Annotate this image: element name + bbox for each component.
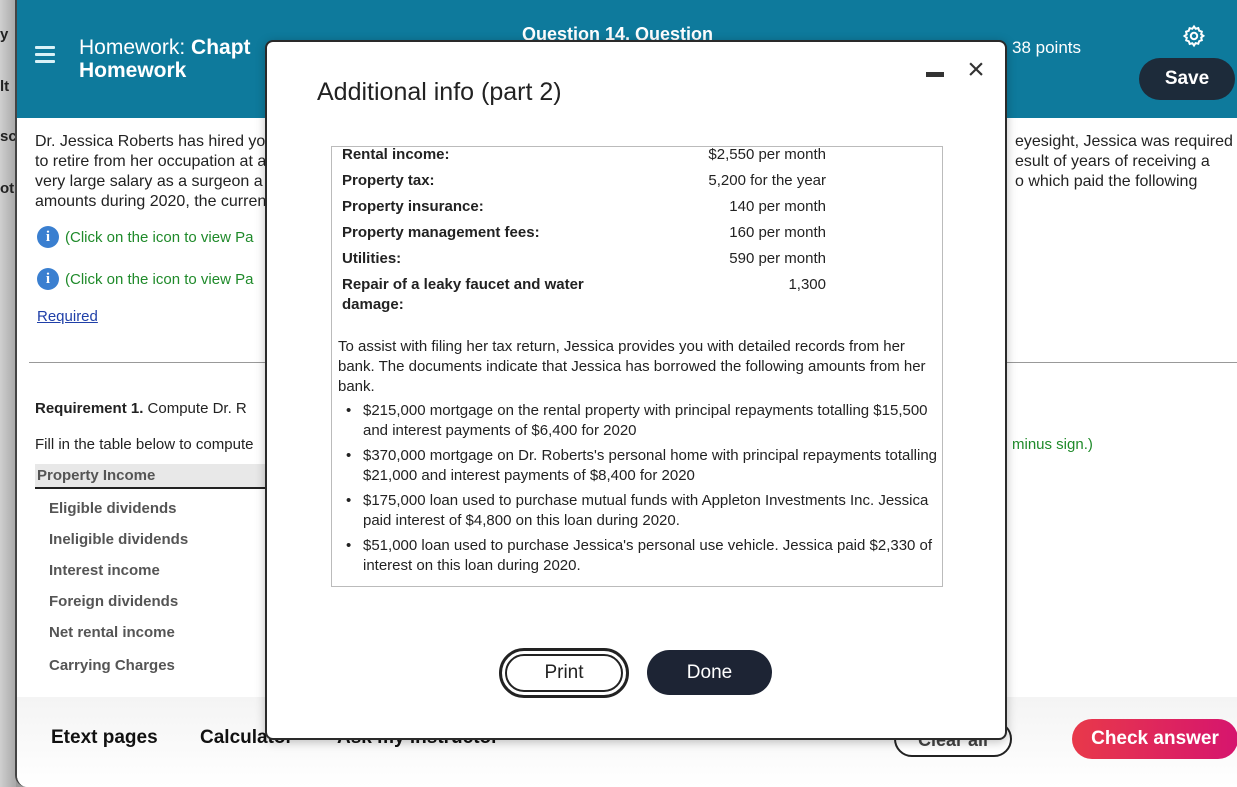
required-link[interactable]: Required xyxy=(37,308,98,325)
info-link-text: (Click on the icon to view Pa xyxy=(65,228,254,246)
intro-line: eyesight, Jessica was required xyxy=(1015,133,1233,150)
gear-icon[interactable] xyxy=(1182,24,1206,48)
table-row: Ineligible dividends xyxy=(49,531,189,548)
requirement-label: Requirement 1. xyxy=(35,400,144,417)
info-link[interactable]: i (Click on the icon to view Pa xyxy=(37,268,253,290)
info-value: 1,300 xyxy=(788,276,826,293)
loan-item: $370,000 mortgage on Dr. Roberts's perso… xyxy=(338,446,938,486)
title-chapter: Chapt xyxy=(191,36,251,59)
table-row: Net rental income xyxy=(49,624,175,641)
save-button[interactable]: Save xyxy=(1139,58,1235,100)
title-prefix: Homework: xyxy=(79,36,186,59)
intro-line: Dr. Jessica Roberts has hired yo xyxy=(35,133,266,150)
info-label: Repair of a leaky faucet and water damag… xyxy=(342,276,584,313)
bank-records-paragraph: To assist with filing her tax return, Je… xyxy=(338,338,926,395)
table-row: Eligible dividends xyxy=(49,500,177,517)
info-link[interactable]: i (Click on the icon to view Pa xyxy=(37,226,253,248)
additional-info-dialog: Additional info (part 2) × Rental income… xyxy=(265,40,1007,740)
background-text: lt xyxy=(0,78,10,95)
info-label: Utilities: xyxy=(342,250,402,267)
loan-item: $51,000 loan used to purchase Jessica's … xyxy=(338,536,938,576)
background-text: sc xyxy=(0,128,16,145)
table-row: Interest income xyxy=(49,562,160,579)
hamburger-icon[interactable] xyxy=(35,46,55,64)
info-label: Property insurance: xyxy=(342,198,484,215)
fill-instructions: Fill in the table below to compute xyxy=(35,436,254,453)
table-row: Carrying Charges xyxy=(49,657,175,674)
table-header: Property Income xyxy=(35,464,275,489)
info-icon[interactable]: i xyxy=(37,268,59,290)
close-icon[interactable]: × xyxy=(963,55,989,85)
loan-list: $215,000 mortgage on the rental property… xyxy=(338,401,938,581)
etext-pages-link[interactable]: Etext pages xyxy=(51,727,158,749)
background-text: ot xyxy=(0,180,15,197)
info-value: 5,200 for the year xyxy=(708,172,826,189)
dialog-title: Additional info (part 2) xyxy=(317,78,562,106)
intro-line: to retire from her occupation at a xyxy=(35,153,267,170)
info-label: Property tax: xyxy=(342,172,435,189)
intro-line: very large salary as a surgeon a xyxy=(35,173,263,190)
title-line2: Homework xyxy=(79,59,187,82)
homework-title: Homework: Chapt Homework xyxy=(79,36,251,82)
print-label: Print xyxy=(505,654,623,692)
intro-line: o which paid the following xyxy=(1015,173,1198,190)
info-value: 590 per month xyxy=(729,250,826,267)
table-row: Foreign dividends xyxy=(49,593,179,610)
print-button[interactable]: Print xyxy=(499,648,629,698)
loan-item: $175,000 loan used to purchase mutual fu… xyxy=(338,491,938,531)
points-label: 38 points xyxy=(1012,38,1081,57)
question-intro: Dr. Jessica Roberts has hired yo to reti… xyxy=(35,132,275,212)
info-value: 140 per month xyxy=(729,198,826,215)
background-text: y xyxy=(0,26,9,43)
background-window-strip: y lt sc ot xyxy=(0,0,16,787)
info-box: Rental income: $2,550 per month Property… xyxy=(331,146,943,587)
loan-item: $215,000 mortgage on the rental property… xyxy=(338,401,938,441)
question-intro-right: eyesight, Jessica was required esult of … xyxy=(1015,132,1237,192)
info-label: Rental income: xyxy=(342,146,450,163)
requirement-text: Compute Dr. R xyxy=(143,400,247,417)
info-value: 160 per month xyxy=(729,224,826,241)
intro-line: esult of years of receiving a xyxy=(1015,153,1210,170)
minimize-icon[interactable] xyxy=(926,72,944,77)
requirement-1: Requirement 1. Compute Dr. R xyxy=(35,400,247,417)
info-value: $2,550 per month xyxy=(708,146,826,163)
intro-line: amounts during 2020, the curren xyxy=(35,193,267,210)
done-button[interactable]: Done xyxy=(647,650,772,695)
info-link-text: (Click on the icon to view Pa xyxy=(65,270,254,288)
info-icon[interactable]: i xyxy=(37,226,59,248)
minus-sign-note: minus sign.) xyxy=(1012,436,1093,453)
info-label: Property management fees: xyxy=(342,224,540,241)
check-answer-button[interactable]: Check answer xyxy=(1072,719,1237,759)
